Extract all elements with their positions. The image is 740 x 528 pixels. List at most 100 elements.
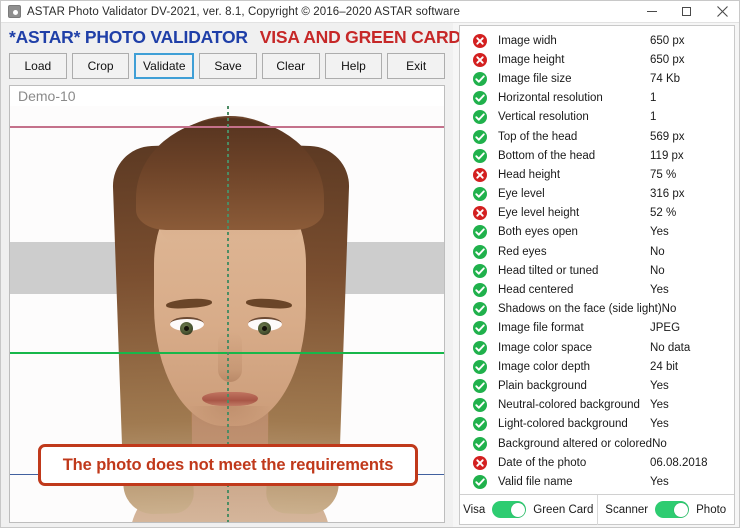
check-ok-icon xyxy=(473,398,487,413)
result-label: Light-colored background xyxy=(498,418,628,431)
portrait-eye-right xyxy=(248,317,282,335)
close-button[interactable] xyxy=(703,1,739,23)
exit-button[interactable]: Exit xyxy=(387,53,446,79)
result-value: 52 % xyxy=(650,207,677,220)
result-row: Head height 75 % xyxy=(460,165,734,184)
check-ok-icon xyxy=(473,225,487,240)
result-label: Horizontal resolution xyxy=(498,92,603,105)
result-value: 75 % xyxy=(650,168,677,181)
result-row: Image file format JPEG xyxy=(460,319,734,338)
result-row: Light-colored background Yes xyxy=(460,415,734,434)
check-ok-icon xyxy=(473,244,487,259)
app-logo-icon xyxy=(8,5,21,18)
source-toggle-switch[interactable] xyxy=(655,501,690,518)
check-ok-icon xyxy=(473,417,487,432)
result-value: 650 px xyxy=(650,34,685,47)
result-label: Vertical resolution xyxy=(498,111,589,124)
result-value: 1 xyxy=(650,111,657,124)
help-button[interactable]: Help xyxy=(324,53,383,79)
result-label: Plain background xyxy=(498,379,587,392)
result-label: Head centered xyxy=(498,284,574,297)
photo-name-label: Demo-10 xyxy=(18,88,76,104)
footer-toggle-bar: Visa Green Card Scanner Photo xyxy=(460,494,734,525)
result-value: 119 px xyxy=(650,149,684,162)
maximize-icon xyxy=(681,7,691,16)
check-ok-icon xyxy=(473,359,487,374)
result-value: 74 Kb xyxy=(650,72,681,85)
result-value: Yes xyxy=(650,379,669,392)
mode-toggle-left-label: Visa xyxy=(463,503,486,516)
app-window: ASTAR Photo Validator DV-2021, ver. 8.1,… xyxy=(0,0,740,528)
window-controls xyxy=(635,1,739,23)
check-ok-icon xyxy=(473,129,487,144)
maximize-button[interactable] xyxy=(669,1,703,23)
validation-warning-text: The photo does not meet the requirements xyxy=(62,455,394,474)
result-label: Image height xyxy=(498,53,565,66)
result-row: Eye level height 52 % xyxy=(460,204,734,223)
photo-frame[interactable]: Demo-10 The photo does not meet the requ… xyxy=(9,85,445,523)
source-toggle-left-label: Scanner xyxy=(605,503,649,516)
check-ok-icon xyxy=(473,148,487,163)
left-panel: *ASTAR* PHOTO VALIDATOR VISA AND GREEN C… xyxy=(1,23,545,527)
brand-row: *ASTAR* PHOTO VALIDATOR VISA AND GREEN C… xyxy=(1,23,545,51)
result-row: Top of the head 569 px xyxy=(460,127,734,146)
clear-button[interactable]: Clear xyxy=(261,53,320,79)
result-label: Image color depth xyxy=(498,360,591,373)
minimize-button[interactable] xyxy=(635,1,669,23)
check-ok-icon xyxy=(473,110,487,125)
portrait-iris-right xyxy=(258,322,271,335)
check-ok-icon xyxy=(473,436,487,451)
result-label: Head tilted or tuned xyxy=(498,264,599,277)
result-row: Image file size 74 Kb xyxy=(460,69,734,88)
portrait-eye-left xyxy=(170,317,204,335)
check-fail-icon xyxy=(473,206,487,221)
check-fail-icon xyxy=(473,455,487,470)
result-value: JPEG xyxy=(650,322,681,335)
result-label: Image file format xyxy=(498,322,584,335)
result-value: 569 px xyxy=(650,130,685,143)
result-label: Valid file name xyxy=(498,475,573,488)
check-ok-icon xyxy=(473,321,487,336)
load-button[interactable]: Load xyxy=(9,53,67,79)
source-toggle-right-label: Photo xyxy=(696,503,727,516)
result-row: Image height 650 px xyxy=(460,50,734,69)
result-label: Bottom of the head xyxy=(498,149,596,162)
portrait-pupil-left xyxy=(184,326,189,331)
photo-canvas: The photo does not meet the requirements xyxy=(10,106,444,522)
result-row: Both eyes open Yes xyxy=(460,223,734,242)
validate-button[interactable]: Validate xyxy=(134,53,195,79)
minimize-icon xyxy=(647,11,657,12)
mode-toggle-switch[interactable] xyxy=(492,501,527,518)
result-value: Yes xyxy=(650,418,669,431)
validation-warning-banner: The photo does not meet the requirements xyxy=(38,444,418,486)
result-label: Image widh xyxy=(498,34,557,47)
result-value: No xyxy=(652,437,667,450)
portrait-pupil-right xyxy=(262,326,267,331)
save-button[interactable]: Save xyxy=(199,53,257,79)
result-label: Both eyes open xyxy=(498,226,578,239)
window-title: ASTAR Photo Validator DV-2021, ver. 8.1,… xyxy=(27,5,460,18)
result-value: 316 px xyxy=(650,188,685,201)
check-ok-icon xyxy=(473,378,487,393)
toolbar: Load Crop Validate Save Clear Help Exit xyxy=(9,53,446,79)
result-value: 650 px xyxy=(650,53,685,66)
results-panel: Image widh 650 px Image height 650 px Image … xyxy=(459,25,735,525)
result-value: Yes xyxy=(650,475,669,488)
close-icon xyxy=(716,6,728,17)
result-row: Horizontal resolution 1 xyxy=(460,89,734,108)
titlebar: ASTAR Photo Validator DV-2021, ver. 8.1,… xyxy=(1,1,739,23)
check-fail-icon xyxy=(473,167,487,182)
result-row: Neutral-colored background Yes xyxy=(460,396,734,415)
check-ok-icon xyxy=(473,302,487,317)
result-row: Date of the photo 06.08.2018 xyxy=(460,453,734,472)
portrait-mouth xyxy=(202,392,258,406)
result-row: Eye level 316 px xyxy=(460,185,734,204)
check-ok-icon xyxy=(473,71,487,86)
crop-button[interactable]: Crop xyxy=(71,53,130,79)
result-label: Background altered or colored xyxy=(498,437,653,450)
mode-toggle-knob xyxy=(510,502,525,517)
result-label: Eye level height xyxy=(498,207,580,220)
result-row: Background altered or colored No xyxy=(460,434,734,453)
portrait-nose xyxy=(218,332,242,382)
check-fail-icon xyxy=(473,33,487,48)
